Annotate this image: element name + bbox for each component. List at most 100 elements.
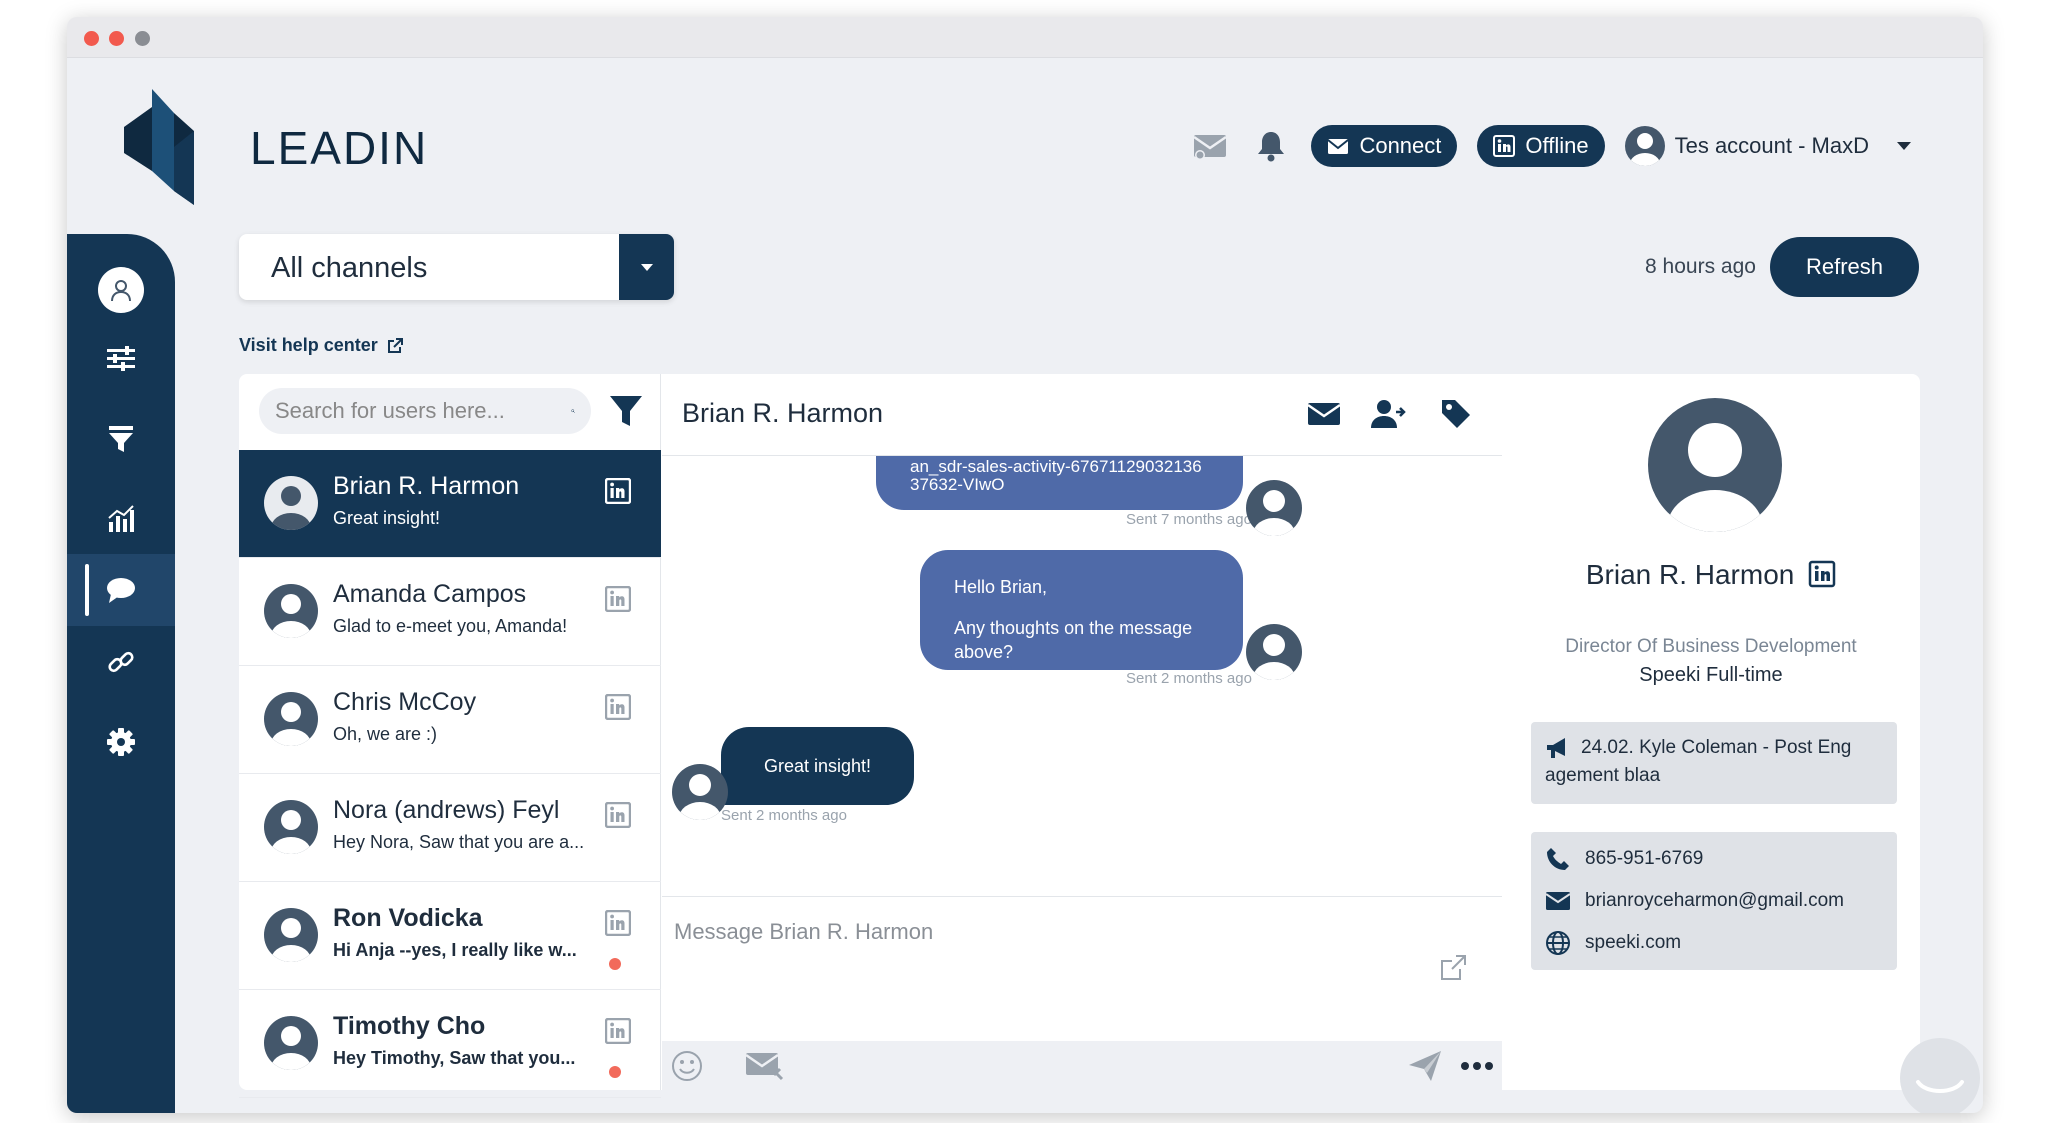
chat-support-button[interactable] <box>1900 1038 1980 1113</box>
linkedin-icon <box>605 910 631 936</box>
email-contact-icon[interactable] <box>1304 394 1344 434</box>
mail-sync-icon[interactable] <box>1191 126 1231 166</box>
leadin-logo-icon <box>124 89 194 205</box>
contact-avatar <box>264 584 318 638</box>
conversation-item[interactable]: Ron Vodicka Hi Anja --yes, I really like … <box>239 882 661 990</box>
conversation-item[interactable]: Amanda Campos Glad to e-meet you, Amanda! <box>239 558 661 666</box>
message-line: Any thoughts on the message above? <box>954 618 1193 662</box>
brand-name: LEADIN <box>250 122 429 174</box>
last-sync-time: 8 hours ago <box>1645 255 1756 278</box>
conversation-preview: Glad to e-meet you, Amanda! <box>333 616 568 636</box>
sidebar-item-profile[interactable] <box>67 254 175 326</box>
globe-icon <box>1546 931 1570 955</box>
user-avatar-icon <box>111 280 131 302</box>
email-row[interactable]: brianroyceharmon@gmail.com <box>1545 880 1883 922</box>
offline-button[interactable]: Offline <box>1477 125 1605 167</box>
conversation-preview: Hi Anja --yes, I really like w... <box>333 940 577 960</box>
linkedin-icon <box>605 586 631 612</box>
conversation-item[interactable]: Timothy Cho Hey Timothy, Saw that you... <box>239 990 661 1098</box>
envelope-icon <box>1327 139 1350 154</box>
linkedin-icon <box>605 802 631 828</box>
sidebar-item-analytics[interactable] <box>67 483 175 555</box>
sidebar-item-settings[interactable] <box>67 706 175 778</box>
expand-composer-icon[interactable] <box>1438 953 1468 983</box>
minimize-window-button[interactable] <box>109 31 124 46</box>
phone-icon <box>1547 848 1569 870</box>
phone-row[interactable]: 865-951-6769 <box>1545 838 1883 880</box>
contact-avatar <box>264 692 318 746</box>
sidebar-item-funnel[interactable] <box>67 403 175 475</box>
message-timestamp: Sent 2 months ago <box>1126 670 1252 687</box>
more-options-icon[interactable] <box>1460 1055 1494 1077</box>
profile-name-row: Brian R. Harmon <box>1502 559 1920 591</box>
maximize-window-button[interactable] <box>135 31 150 46</box>
refresh-button[interactable]: Refresh <box>1769 237 1919 297</box>
sidebar-item-messages[interactable] <box>67 554 175 626</box>
phone-number: 865-951-6769 <box>1585 848 1704 869</box>
brand-logo[interactable]: LEADIN <box>114 87 426 207</box>
app-window: LEADIN Connect Offline Tes account - Max… <box>67 17 1983 1113</box>
contact-avatar <box>264 1016 318 1070</box>
channel-dropdown[interactable]: All channels <box>239 234 674 300</box>
envelope-icon <box>1545 892 1571 910</box>
message-timestamp: Sent 7 months ago <box>1126 511 1252 528</box>
email-template-icon[interactable] <box>744 1049 788 1083</box>
contact-avatar <box>264 908 318 962</box>
message-text: an_sdr-sales-activity-676711290321363763… <box>910 457 1202 494</box>
website-url: speeki.com <box>1585 932 1682 953</box>
help-center-link[interactable]: Visit help center <box>239 335 404 356</box>
channel-dropdown-toggle[interactable] <box>619 234 674 300</box>
bell-icon[interactable] <box>1251 126 1291 166</box>
close-window-button[interactable] <box>84 31 99 46</box>
message-text: Great insight! <box>763 756 872 776</box>
message-thread: an_sdr-sales-activity-676711290321363763… <box>662 456 1502 896</box>
conversation-name: Timothy Cho <box>333 1012 486 1040</box>
campaign-name: 24.02. Kyle Coleman - Post Eng agement b… <box>1545 737 1852 786</box>
chat-contact-name: Brian R. Harmon <box>682 398 884 428</box>
account-name: Tes account - MaxD <box>1674 133 1869 158</box>
conversation-preview: Great insight! <box>333 508 441 528</box>
campaign-box[interactable]: 24.02. Kyle Coleman - Post Eng agement b… <box>1531 722 1897 804</box>
message-line: Hello Brian, <box>954 577 1048 597</box>
title-bar <box>67 17 1983 58</box>
conversation-name: Amanda Campos <box>333 580 527 608</box>
link-icon <box>108 651 134 673</box>
sender-avatar <box>1246 480 1302 536</box>
sidebar-item-settings-sliders[interactable] <box>67 323 175 395</box>
contact-avatar <box>672 764 728 820</box>
offline-label: Offline <box>1525 133 1589 158</box>
conversation-item[interactable]: Nora (andrews) Feyl Hey Nora, Saw that yo… <box>239 774 661 882</box>
conversation-preview: Hey Timothy, Saw that you... <box>333 1048 576 1068</box>
account-menu[interactable]: Tes account - MaxD <box>1624 126 1919 166</box>
conversation-item[interactable]: Chris McCoy Oh, we are :) <box>239 666 661 774</box>
connect-button[interactable]: Connect <box>1311 125 1458 167</box>
gear-icon <box>107 728 135 756</box>
message-input[interactable] <box>674 919 1414 979</box>
linkedin-icon <box>1493 135 1516 157</box>
assign-user-icon[interactable] <box>1370 394 1410 434</box>
inbox-panel: Brian R. Harmon Great insight! Amanda Camp… <box>239 374 1980 1113</box>
contact-avatar <box>264 800 318 854</box>
help-center-label: Visit help center <box>239 335 378 355</box>
website-row[interactable]: speeki.com <box>1545 922 1883 964</box>
outgoing-message: an_sdr-sales-activity-676711290321363763… <box>876 456 1243 510</box>
sliders-icon <box>107 346 135 371</box>
search-input[interactable] <box>275 398 563 424</box>
filter-icon[interactable] <box>607 392 645 430</box>
tag-icon[interactable] <box>1436 394 1476 434</box>
chat-pane: Brian R. Harmon an_sdr-sales-activity-67… <box>662 374 1502 1091</box>
message-timestamp: Sent 2 months ago <box>721 807 847 824</box>
search-icon[interactable] <box>571 397 575 425</box>
top-bar: Connect Offline Tes account - MaxD <box>1191 124 1919 168</box>
sender-avatar <box>1246 624 1302 680</box>
account-avatar <box>1624 126 1665 166</box>
message-composer <box>662 896 1502 1091</box>
linkedin-icon <box>605 694 631 720</box>
linkedin-icon <box>605 478 631 504</box>
conversation-item[interactable]: Brian R. Harmon Great insight! <box>239 450 661 558</box>
send-icon[interactable] <box>1407 1049 1443 1083</box>
linkedin-icon[interactable] <box>1808 560 1836 588</box>
sync-area: 8 hours ago Refresh <box>1645 237 1919 297</box>
emoji-icon[interactable] <box>670 1049 704 1083</box>
sidebar-item-integrations[interactable] <box>67 626 175 698</box>
